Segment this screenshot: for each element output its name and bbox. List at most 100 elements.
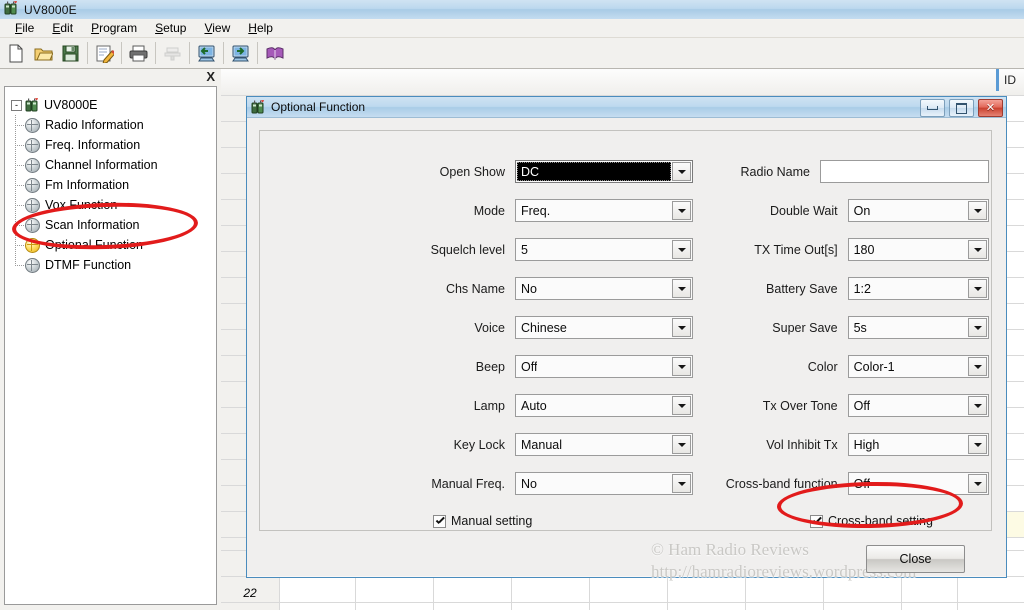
field-label: Color	[807, 359, 838, 374]
manual-setting-label: Manual setting	[451, 514, 533, 528]
cross-band-setting-checkbox-row[interactable]: Cross-band setting	[810, 514, 933, 528]
help-book-icon[interactable]	[261, 40, 288, 66]
field-double-wait: Double Wait On	[699, 199, 989, 222]
field-beep: Beep Off	[333, 355, 693, 378]
sidebar-item-dtmf-function[interactable]: DTMF Function	[11, 255, 216, 275]
sidebar-item-scan-information[interactable]: Scan Information	[11, 215, 216, 235]
sidebar-item-fm-information[interactable]: Fm Information	[11, 175, 216, 195]
field-tx-over-tone: Tx Over Tone Off	[699, 394, 989, 417]
chevron-down-icon[interactable]	[672, 240, 691, 259]
chevron-down-icon[interactable]	[672, 474, 691, 493]
chevron-down-icon[interactable]	[968, 240, 987, 259]
sidebar-item-freq-information[interactable]: Freq. Information	[11, 135, 216, 155]
field-chs-name: Chs Name No	[333, 277, 693, 300]
chevron-down-icon[interactable]	[672, 201, 691, 220]
maximize-button[interactable]	[949, 99, 974, 117]
write-to-radio-icon[interactable]	[227, 40, 254, 66]
dialog-body: Open Show DC Mode Freq. Squelch level 5	[247, 118, 1006, 576]
globe-icon	[25, 137, 40, 153]
minimize-button[interactable]	[920, 99, 945, 117]
field-tx-time-out: TX Time Out[s] 180	[699, 238, 989, 261]
menu-item-edit[interactable]: Edit	[43, 19, 82, 37]
menu-item-view[interactable]: View	[195, 19, 239, 37]
mode-combobox[interactable]: Freq.	[515, 199, 693, 222]
sidebar-item-channel-information[interactable]: Channel Information	[11, 155, 216, 175]
dialog-close-button[interactable]: Close	[866, 545, 965, 573]
chevron-down-icon[interactable]	[672, 396, 691, 415]
manual-setting-checkbox-row[interactable]: Manual setting	[433, 514, 532, 528]
field-label: Key Lock	[453, 437, 505, 452]
tree-root-uv8000e[interactable]: - UV8000E	[11, 95, 216, 115]
watermark-line-1: © Ham Radio Reviews	[651, 540, 809, 559]
chevron-down-icon[interactable]	[968, 396, 987, 415]
menu-item-program[interactable]: Program	[82, 19, 146, 37]
chevron-down-icon[interactable]	[968, 279, 987, 298]
sidebar-item-radio-information[interactable]: Radio Information	[11, 115, 216, 135]
globe-icon	[25, 177, 40, 193]
sidebar-item-optional-function[interactable]: Optional Function	[11, 235, 216, 255]
chevron-down-icon[interactable]	[672, 357, 691, 376]
chevron-down-icon[interactable]	[968, 357, 987, 376]
color-combobox[interactable]: Color-1	[847, 355, 989, 378]
field-voice: Voice Chinese	[333, 316, 693, 339]
squelch-level-combobox[interactable]: 5	[515, 238, 693, 261]
beep-combobox[interactable]: Off	[515, 355, 693, 378]
tx-time-out-combobox[interactable]: 180	[847, 238, 989, 261]
lamp-combobox[interactable]: Auto	[515, 394, 693, 417]
cross-band-function-combobox[interactable]: Off	[847, 472, 989, 495]
collapse-expander-icon[interactable]: -	[11, 99, 22, 111]
chevron-down-icon[interactable]	[968, 435, 987, 454]
sidebar-item-label: Scan Information	[45, 218, 140, 232]
sidebar-header: X	[0, 69, 221, 86]
voice-combobox[interactable]: Chinese	[515, 316, 693, 339]
globe-icon	[25, 157, 40, 173]
battery-save-combobox[interactable]: 1:2	[847, 277, 989, 300]
key-lock-combobox[interactable]: Manual	[515, 433, 693, 456]
chevron-down-icon[interactable]	[672, 162, 691, 181]
radio-icon	[25, 98, 39, 112]
dialog-title-bar[interactable]: Optional Function ✕	[247, 97, 1006, 118]
close-button[interactable]: ✕	[978, 99, 1003, 117]
vol-inhibit-tx-combobox[interactable]: High	[847, 433, 989, 456]
menu-item-setup[interactable]: Setup	[146, 19, 195, 37]
chevron-down-icon[interactable]	[968, 474, 987, 493]
chevron-down-icon[interactable]	[968, 318, 987, 337]
chs-name-combobox[interactable]: No	[515, 277, 693, 300]
menu-item-file[interactable]: File	[6, 19, 43, 37]
double-wait-combobox[interactable]: On	[847, 199, 989, 222]
sidebar-item-label: Radio Information	[45, 118, 144, 132]
open-folder-icon[interactable]	[30, 40, 57, 66]
toolbar-separator	[223, 42, 224, 64]
grid-column-header-id[interactable]: ID	[996, 69, 1016, 91]
field-value: Off	[853, 476, 871, 491]
sidebar-item-vox-function[interactable]: Vox Function	[11, 195, 216, 215]
minimize-icon	[927, 106, 938, 110]
window-title-text: UV8000E	[24, 2, 77, 17]
manual-freq-combobox[interactable]: No	[515, 472, 693, 495]
field-open-show: Open Show DC	[333, 160, 693, 183]
edit-pencil-icon[interactable]	[91, 40, 118, 66]
open-show-selected-text: DC	[517, 162, 671, 181]
menu-item-help[interactable]: Help	[239, 19, 282, 37]
radio-name-input[interactable]	[820, 160, 989, 183]
open-show-combobox[interactable]: DC	[515, 160, 693, 183]
new-file-icon[interactable]	[3, 40, 30, 66]
chevron-down-icon[interactable]	[672, 279, 691, 298]
field-key-lock: Key Lock Manual	[333, 433, 693, 456]
chevron-down-icon[interactable]	[672, 318, 691, 337]
field-label: Tx Over Tone	[762, 398, 838, 413]
sidebar-close-icon[interactable]: X	[206, 69, 215, 84]
chevron-down-icon[interactable]	[968, 201, 987, 220]
tx-over-tone-combobox[interactable]: Off	[847, 394, 989, 417]
save-disk-icon[interactable]	[57, 40, 84, 66]
field-label: Battery Save	[766, 281, 838, 296]
field-label: Squelch level	[430, 242, 505, 257]
cross-band-setting-checkbox[interactable]	[810, 514, 823, 528]
chevron-down-icon[interactable]	[672, 435, 691, 454]
super-save-combobox[interactable]: 5s	[847, 316, 989, 339]
close-icon: ✕	[985, 101, 996, 114]
print-icon[interactable]	[125, 40, 152, 66]
read-from-radio-icon[interactable]	[193, 40, 220, 66]
sidebar-item-label: Fm Information	[45, 178, 130, 192]
manual-setting-checkbox[interactable]	[433, 514, 446, 528]
